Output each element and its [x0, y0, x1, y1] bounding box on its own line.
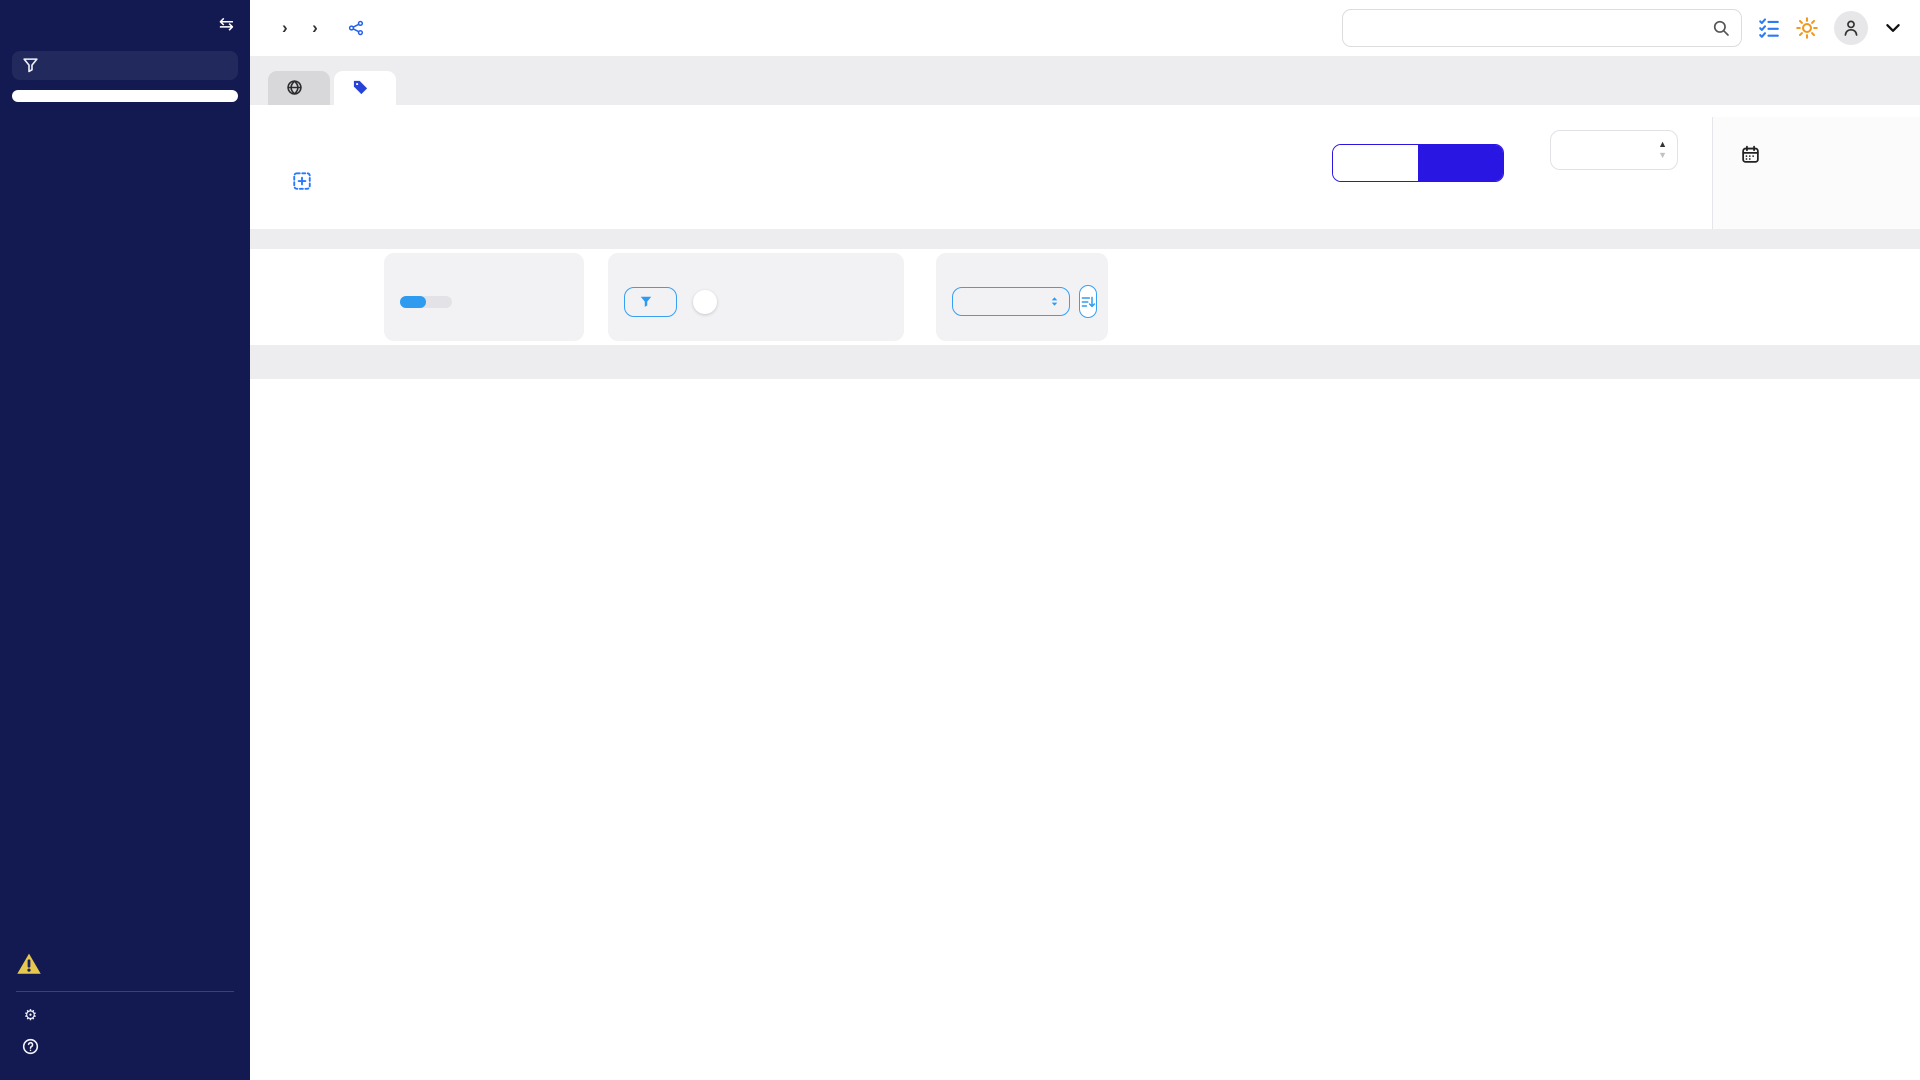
funnel-icon	[22, 57, 39, 74]
separator-strip	[250, 229, 1920, 249]
app-root: ⇆ ⚙	[0, 0, 1920, 1080]
sort-field-dropdown[interactable]	[952, 287, 1070, 316]
summary-band	[250, 249, 1920, 345]
logo-row: ⇆	[0, 12, 250, 41]
time-period-selector[interactable]	[1741, 145, 1894, 164]
filters-panel-right: ▲ ▼	[1332, 117, 1920, 215]
page-content: ▲ ▼	[250, 56, 1920, 1080]
currency-usd-button[interactable]	[1418, 145, 1503, 181]
search-input[interactable]	[1342, 9, 1742, 47]
share-view-button[interactable]	[348, 20, 371, 36]
resource-search	[1342, 9, 1742, 47]
sidebar-collapse-icon[interactable]: ⇆	[219, 14, 234, 35]
sidebar-divider	[16, 991, 234, 992]
show-hide-panel	[608, 253, 904, 341]
currency-toggle	[1332, 144, 1504, 182]
tag-charts-list	[250, 379, 1920, 1080]
breadcrumb: › ›	[270, 18, 330, 38]
cost-greater-than-group: ▲ ▼	[1550, 121, 1678, 170]
tag-icon	[352, 79, 369, 96]
cost-greater-than-input[interactable]	[1565, 142, 1635, 159]
sort-direction-button[interactable]	[1079, 285, 1097, 318]
warning-triangle-icon	[14, 951, 44, 977]
tab-cost-breakdown[interactable]	[268, 71, 330, 105]
add-column-icon	[292, 171, 312, 191]
currency-gbp-button[interactable]	[1333, 145, 1418, 181]
topbar-right	[1342, 9, 1902, 47]
funnel-filled-icon	[639, 295, 653, 309]
chevron-right-icon: ›	[282, 18, 288, 38]
gear-icon: ⚙	[22, 1007, 39, 1024]
person-icon	[1842, 19, 1860, 37]
separator-strip	[250, 345, 1920, 379]
show-hide-controls	[624, 287, 888, 317]
collection-warning	[0, 943, 250, 981]
main-area: › ›	[250, 0, 1920, 1080]
version-text	[0, 1062, 250, 1070]
tab-bar	[250, 56, 1920, 105]
top-header: › ›	[250, 0, 1920, 56]
hide-untagged-checkbox[interactable]	[693, 290, 717, 314]
tag-keys-button[interactable]	[624, 287, 677, 317]
sidebar: ⇆ ⚙	[0, 0, 250, 1080]
sort-controls	[952, 285, 1092, 318]
number-stepper: ▲ ▼	[1658, 140, 1667, 160]
calendar-icon	[1741, 145, 1760, 164]
search-icon[interactable]	[1712, 19, 1730, 37]
filter-by-button[interactable]	[12, 51, 238, 80]
sidebar-item-help[interactable]	[0, 1031, 250, 1062]
sort-panel	[936, 253, 1108, 341]
cost-filters-panel: ▲ ▼	[250, 105, 1920, 229]
tab-tagged-spend[interactable]	[334, 71, 396, 105]
view-panel	[384, 253, 584, 341]
sort-arrows-icon	[1048, 295, 1061, 308]
sidebar-bottom: ⚙	[0, 943, 250, 1070]
tasks-checklist-icon[interactable]	[1758, 17, 1780, 39]
theme-sun-icon[interactable]	[1796, 17, 1818, 39]
currency-group	[1332, 135, 1504, 182]
share-icon	[348, 20, 364, 36]
view-toggle	[400, 296, 452, 308]
cost-greater-than-input-box: ▲ ▼	[1550, 130, 1678, 170]
help-icon	[22, 1038, 39, 1055]
environment-selector[interactable]	[12, 90, 238, 102]
time-period-panel	[1712, 117, 1920, 241]
view-business-units-button[interactable]	[426, 296, 452, 308]
globe-icon	[286, 79, 303, 96]
sort-descending-icon	[1080, 294, 1096, 310]
sidebar-nav	[0, 102, 250, 943]
chevron-right-icon: ›	[312, 18, 318, 38]
stepper-down-icon[interactable]: ▼	[1658, 151, 1667, 160]
account-chevron-down-icon[interactable]	[1884, 19, 1902, 37]
stepper-up-icon[interactable]: ▲	[1658, 140, 1667, 149]
add-column-button[interactable]	[292, 147, 321, 215]
user-avatar[interactable]	[1834, 11, 1868, 45]
view-tags-button[interactable]	[400, 296, 426, 308]
sidebar-item-settings[interactable]: ⚙	[0, 1000, 250, 1031]
